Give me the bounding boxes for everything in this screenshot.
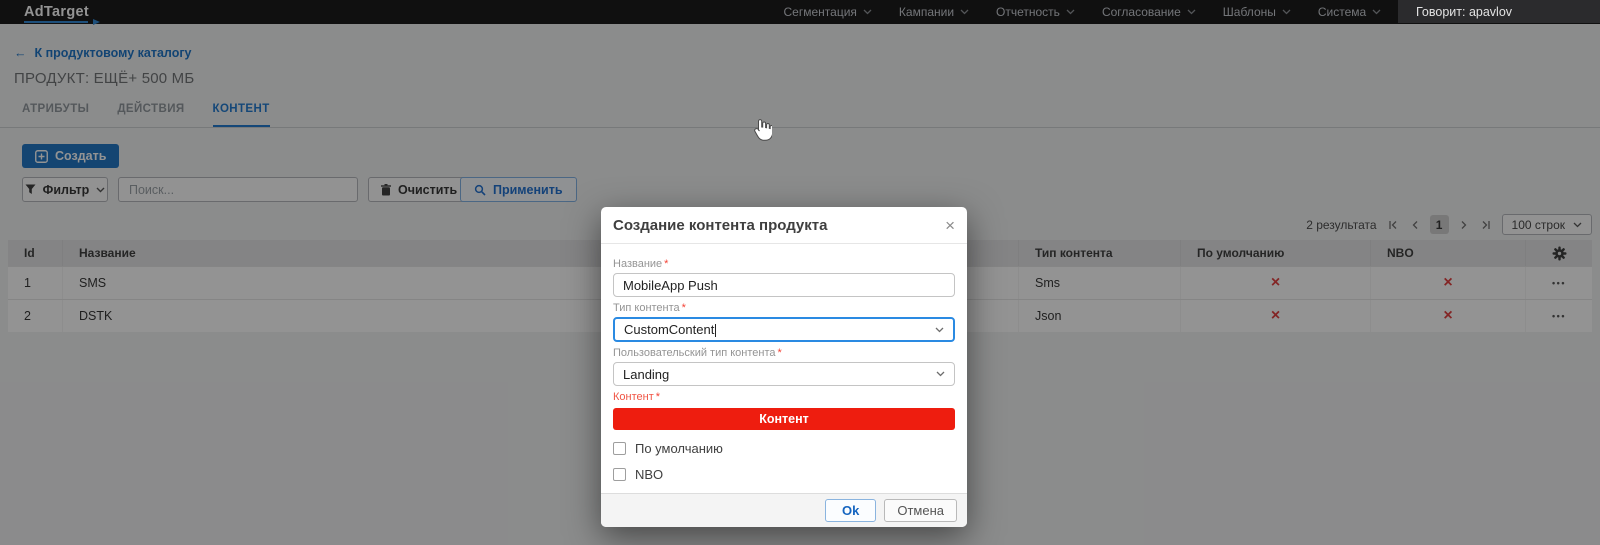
- chevron-down-icon: [936, 371, 945, 377]
- speaking-indicator-text: Говорит: apavlov: [1416, 5, 1512, 19]
- nbo-checkbox-label: NBO: [635, 467, 663, 482]
- name-field-label: Название*: [613, 258, 955, 270]
- create-content-modal: Создание контента продукта × Название* Т…: [601, 207, 967, 527]
- required-marker: *: [778, 347, 782, 359]
- nbo-checkbox-row[interactable]: NBO: [613, 467, 955, 482]
- content-field-label: Контент*: [613, 391, 955, 403]
- field-label-text: Пользовательский тип контента: [613, 347, 776, 359]
- custom-content-type-value: Landing: [623, 367, 669, 382]
- modal-header: Создание контента продукта ×: [601, 207, 967, 244]
- speaking-indicator: Говорит: apavlov: [1398, 0, 1600, 23]
- close-icon[interactable]: ×: [945, 217, 955, 234]
- required-marker: *: [656, 391, 660, 403]
- default-checkbox-label: По умолчанию: [635, 441, 723, 456]
- nbo-checkbox[interactable]: [613, 468, 626, 481]
- chevron-down-icon: [935, 327, 944, 333]
- required-marker: *: [682, 302, 686, 314]
- required-marker: *: [664, 258, 668, 270]
- content-type-value: CustomContent: [624, 322, 716, 337]
- modal-title: Создание контента продукта: [613, 217, 827, 234]
- custom-content-type-select[interactable]: Landing: [613, 362, 955, 386]
- content-type-field-label: Тип контента*: [613, 302, 955, 314]
- default-checkbox-row[interactable]: По умолчанию: [613, 441, 955, 456]
- field-label-text: Контент: [613, 391, 654, 403]
- field-label-text: Тип контента: [613, 302, 680, 314]
- ok-button[interactable]: Ok: [825, 499, 876, 522]
- content-upload-button[interactable]: Контент: [613, 408, 955, 430]
- name-field[interactable]: [613, 273, 955, 297]
- content-type-select[interactable]: CustomContent: [613, 317, 955, 342]
- modal-footer: Ok Отмена: [601, 493, 967, 527]
- default-checkbox[interactable]: [613, 442, 626, 455]
- cancel-button[interactable]: Отмена: [884, 499, 957, 522]
- custom-content-type-field-label: Пользовательский тип контента*: [613, 347, 955, 359]
- modal-body: Название* Тип контента* CustomContent По…: [601, 244, 967, 482]
- mouse-hand-cursor: [750, 116, 772, 147]
- field-label-text: Название: [613, 258, 662, 270]
- text-cursor: [715, 324, 716, 337]
